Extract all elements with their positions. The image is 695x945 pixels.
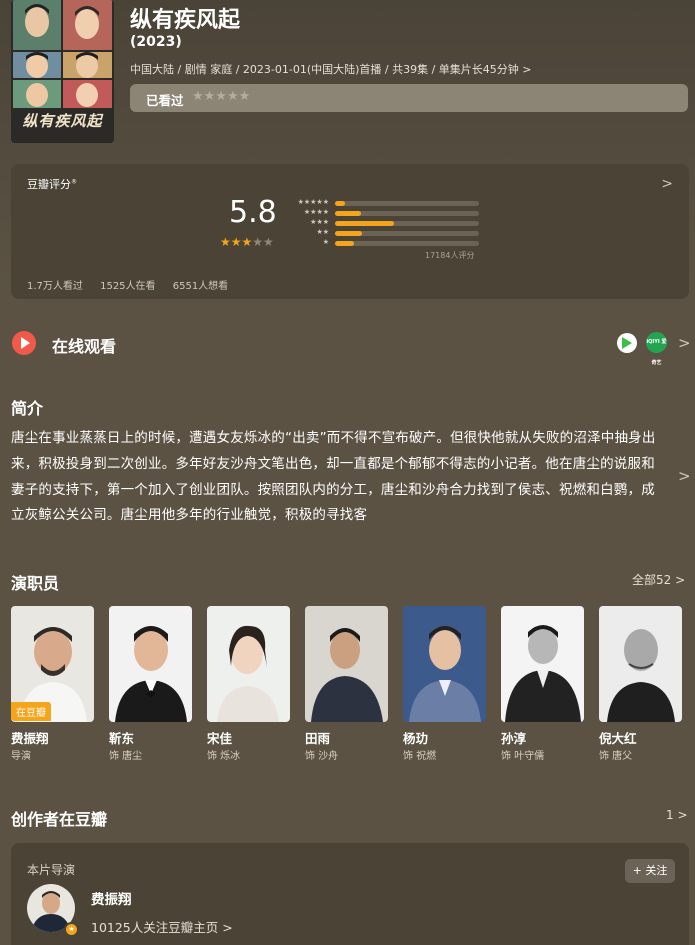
creator-followers[interactable]: 10125人关注豆瓣主页 > <box>91 917 233 936</box>
chevron-right-icon[interactable]: > <box>678 334 691 352</box>
rating-card-title: 豆瓣评分® <box>27 176 77 192</box>
watching-count: 1525人在看 <box>100 281 156 292</box>
person-avatar-icon <box>409 626 481 722</box>
cast-role: 饰 叶守儒 <box>501 751 545 762</box>
chevron-right-icon: > <box>677 808 688 822</box>
rating-count: 17184人评分 <box>425 251 475 260</box>
meta-info-text: 中国大陆 / 剧情 家庭 / 2023-01-01(中国大陆)首播 / 共39集… <box>130 63 519 76</box>
creator-card[interactable]: 本片导演 ★ 费振翔 10125人关注豆瓣主页 > + 关注 <box>11 843 689 945</box>
rating-stars: ★★★★★ <box>220 235 274 249</box>
star-level-label: ★★★ <box>310 218 329 226</box>
person-avatar-icon <box>115 626 187 722</box>
chevron-right-icon[interactable]: > <box>678 467 691 485</box>
video-platform-icon[interactable] <box>617 333 637 353</box>
star-level-label: ★★★★ <box>303 208 329 216</box>
followers-text: 10125人关注豆瓣主页 <box>91 920 219 935</box>
play-icon <box>12 331 36 355</box>
creators-count: 1 <box>666 808 674 822</box>
poster-image[interactable]: 纵有疾风起 <box>11 0 114 143</box>
rating-bar <box>335 201 346 206</box>
star-level-label: ★★★★★ <box>297 198 329 206</box>
cast-name: 宋佳 <box>207 731 233 746</box>
rating-bar <box>335 221 395 226</box>
cast-role: 饰 烁冰 <box>207 751 241 762</box>
on-douban-badge: 在豆瓣 <box>11 702 51 721</box>
cast-title: 演职员 <box>11 574 60 593</box>
watch-stats: 1.7万人看过 1525人在看 6551人想看 <box>27 277 242 292</box>
cast-name: 靳东 <box>109 731 135 746</box>
person-avatar-icon <box>505 625 581 722</box>
rating-title: 豆瓣评分 <box>27 178 71 191</box>
rating-bar <box>335 241 354 246</box>
chevron-right-icon[interactable]: > <box>661 176 673 192</box>
iqiyi-icon[interactable]: iQIYI 爱奇艺 <box>646 332 667 366</box>
cast-photo <box>109 606 192 722</box>
director-label: 本片导演 <box>27 863 76 877</box>
cast-photo <box>403 606 486 722</box>
person-avatar-icon <box>217 625 279 722</box>
cast-role: 饰 祝燃 <box>403 751 437 762</box>
rating-row-1: ★ <box>293 238 493 249</box>
person-avatar-icon <box>607 629 675 722</box>
release-year: (2023) <box>130 34 182 50</box>
cast-role: 导演 <box>11 751 31 762</box>
cast-photo <box>599 606 682 722</box>
synopsis-title: 简介 <box>11 399 44 418</box>
online-watch-title[interactable]: 在线观看 <box>52 333 116 357</box>
want-count: 6551人想看 <box>172 281 229 292</box>
star-level-label: ★ <box>322 238 329 246</box>
rating-breakdown: ★★★★★ ★★★★ ★★★ ★★ ★ <box>293 198 493 249</box>
star-level-label: ★★ <box>316 228 329 236</box>
chevron-right-icon: > <box>675 573 686 587</box>
cast-name: 孙淳 <box>501 731 527 746</box>
creators-count-link[interactable]: 1 > <box>666 808 688 822</box>
person-avatar-icon <box>311 628 383 722</box>
chevron-right-icon: > <box>522 63 532 76</box>
follow-button[interactable]: + 关注 <box>625 859 675 883</box>
cast-name: 田雨 <box>305 731 331 746</box>
cast-role: 饰 唐父 <box>599 751 633 762</box>
cast-name: 倪大红 <box>599 731 637 746</box>
rating-stars-input[interactable]: ★★★★★ <box>192 89 250 104</box>
cast-role: 饰 唐尘 <box>109 751 143 762</box>
creators-title: 创作者在豆瓣 <box>11 810 108 829</box>
rating-bar <box>335 211 361 216</box>
filled-stars: ★★★ <box>220 235 253 249</box>
page-title: 纵有疾风起 <box>130 8 241 33</box>
poster-title: 纵有疾风起 <box>22 112 103 130</box>
chevron-right-icon: > <box>222 920 233 935</box>
cast-all-link[interactable]: 全部52 > <box>632 571 685 588</box>
cast-role: 饰 沙舟 <box>305 751 339 762</box>
meta-info[interactable]: 中国大陆 / 剧情 家庭 / 2023-01-01(中国大陆)首播 / 共39集… <box>130 61 532 77</box>
empty-stars: ★★ <box>252 235 274 249</box>
cast-all-label: 全部52 <box>632 573 672 587</box>
watched-count: 1.7万人看过 <box>27 281 83 292</box>
cast-name: 费振翔 <box>11 731 49 746</box>
cast-photo <box>207 606 290 722</box>
seen-rating-bar[interactable]: 已看过 ★★★★★ <box>130 84 688 112</box>
seen-label: 已看过 <box>146 93 184 108</box>
cast-photo <box>501 606 584 722</box>
cast-photo <box>305 606 388 722</box>
rating-bar <box>335 231 363 236</box>
synopsis-text[interactable]: 唐尘在事业蒸蒸日上的时候，遭遇女友烁冰的“出卖”而不得不宣布破产。但很快他就从失… <box>11 426 661 529</box>
verified-badge-icon: ★ <box>64 922 79 937</box>
rating-score: 5.8 <box>229 195 277 230</box>
douban-rating-card[interactable]: 豆瓣评分® > 5.8 ★★★★★ ★★★★★ ★★★★ ★★★ ★★ ★ 17… <box>11 164 689 299</box>
registered-mark: ® <box>71 178 77 186</box>
creator-name[interactable]: 费振翔 <box>91 888 132 908</box>
cast-name: 杨玏 <box>403 731 429 746</box>
